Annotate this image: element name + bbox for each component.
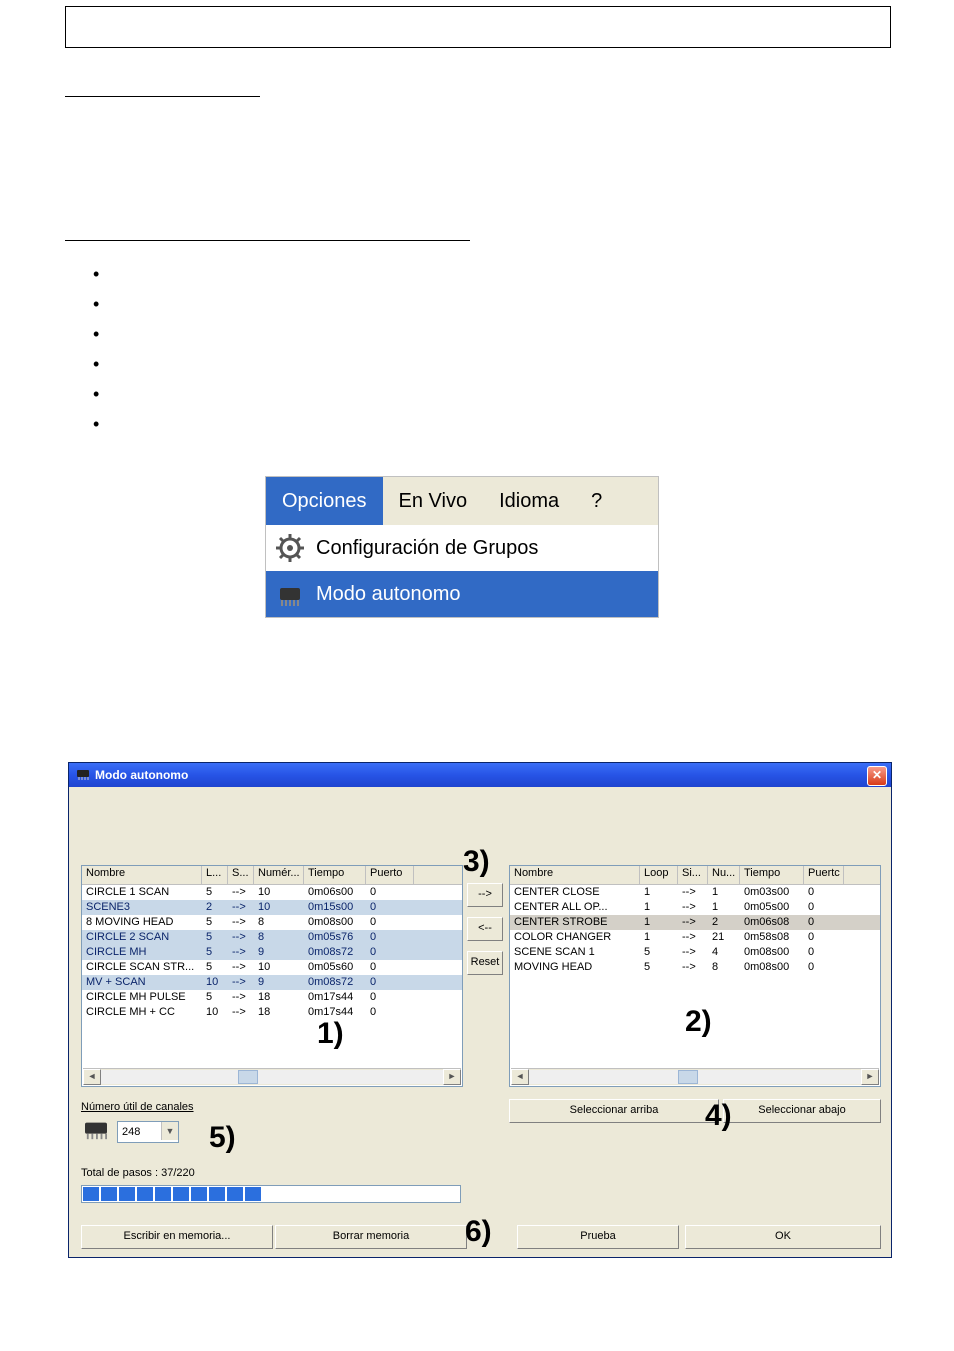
table-row[interactable]: COLOR CHANGER1-->210m58s080 [510,930,880,945]
menu-idioma[interactable]: Idioma [483,477,575,525]
reset-button[interactable]: Reset [467,951,503,975]
chevron-down-icon[interactable]: ▼ [161,1122,178,1140]
table-row[interactable]: SCENE32-->100m15s000 [82,900,462,915]
select-up-button[interactable]: Seleccionar arriba [509,1099,719,1123]
menuitem-grupos-label: Configuración de Grupos [316,537,538,560]
scroll-right-icon[interactable]: ► [861,1069,879,1085]
chip-icon [75,766,91,785]
underline-short [65,96,260,97]
erase-memory-button[interactable]: Borrar memoria [275,1225,467,1249]
scroll-left-icon[interactable]: ◄ [511,1069,529,1085]
table-row[interactable]: MOVING HEAD5-->80m08s000 [510,960,880,975]
scrollbar[interactable]: ◄ ► [511,1068,879,1085]
menu-opciones[interactable]: Opciones [266,477,383,525]
chip-icon [81,1119,111,1144]
callout-1: 1) [317,1017,344,1051]
table-row[interactable]: CIRCLE MH5-->90m08s720 [82,945,462,960]
transfer-buttons: --> <-- Reset [467,883,503,985]
gear-icon [274,532,308,564]
remove-button[interactable]: <-- [467,917,503,941]
table-row[interactable]: CIRCLE 2 SCAN5-->80m05s760 [82,930,462,945]
table-row[interactable]: CIRCLE MH PULSE5-->180m17s440 [82,990,462,1005]
menuitem-grupos[interactable]: Configuración de Grupos [266,525,658,571]
scrollbar[interactable]: ◄ ► [83,1068,461,1085]
table-row[interactable]: CIRCLE 1 SCAN5-->100m06s000 [82,885,462,900]
list-header: Nombre L... S... Numér... Tiempo Puerto [82,866,462,885]
menu-help[interactable]: ? [575,477,618,525]
available-scenes-list[interactable]: Nombre L... S... Numér... Tiempo Puerto … [81,865,463,1087]
table-row[interactable]: CENTER CLOSE1-->10m03s000 [510,885,880,900]
scroll-left-icon[interactable]: ◄ [83,1069,101,1085]
menu-envivo[interactable]: En Vivo [383,477,484,525]
table-row[interactable]: CENTER STROBE1-->20m06s080 [510,915,880,930]
dialog-title: Modo autonomo [95,768,188,782]
options-menu: Opciones En Vivo Idioma ? Configuración … [265,476,659,618]
bullet-list [93,258,99,438]
table-row[interactable]: SCENE SCAN 15-->40m08s000 [510,945,880,960]
write-memory-button[interactable]: Escribir en memoria... [81,1225,273,1249]
scroll-right-icon[interactable]: ► [443,1069,461,1085]
autonomous-mode-dialog: Modo autonomo ✕ Nombre L... S... Numér..… [68,762,892,1258]
channels-value: 248 [122,1126,140,1138]
channels-line: 248 ▼ [81,1119,179,1144]
close-button[interactable]: ✕ [867,766,887,786]
callout-2: 2) [685,1005,712,1039]
channels-label: Número útil de canales [81,1101,194,1113]
menu-dropdown: Configuración de Grupos Modo autonomo [266,525,658,617]
menubar: Opciones En Vivo Idioma ? [266,477,658,525]
list-header: Nombre Loop Si... Nu... Tiempo Puertc [510,866,880,885]
test-button[interactable]: Prueba [517,1225,679,1249]
callout-4: 4) [705,1099,732,1133]
channels-combobox[interactable]: 248 ▼ [117,1121,179,1143]
callout-6: 6) [465,1215,492,1249]
callout-5: 5) [209,1121,236,1155]
add-button[interactable]: --> [467,883,503,907]
table-row[interactable]: MV + SCAN10-->90m08s720 [82,975,462,990]
table-row[interactable]: CIRCLE SCAN STR...5-->100m05s600 [82,960,462,975]
underline-long [65,240,470,241]
select-down-button[interactable]: Seleccionar abajo [723,1099,881,1123]
chip-icon [274,578,308,610]
table-row[interactable]: 8 MOVING HEAD5-->80m08s000 [82,915,462,930]
menuitem-autonomo-label: Modo autonomo [316,583,461,606]
ok-button[interactable]: OK [685,1225,881,1249]
total-steps-label: Total de pasos : 37/220 [81,1167,195,1179]
header-box [65,6,891,48]
progress-bar [81,1185,461,1203]
table-row[interactable]: CIRCLE MH + CC10-->180m17s440 [82,1005,462,1020]
titlebar: Modo autonomo ✕ [69,763,891,787]
table-row[interactable]: CENTER ALL OP...1-->10m05s000 [510,900,880,915]
menuitem-autonomo[interactable]: Modo autonomo [266,571,658,617]
callout-3: 3) [463,845,490,879]
selected-scenes-list[interactable]: Nombre Loop Si... Nu... Tiempo Puertc CE… [509,865,881,1087]
